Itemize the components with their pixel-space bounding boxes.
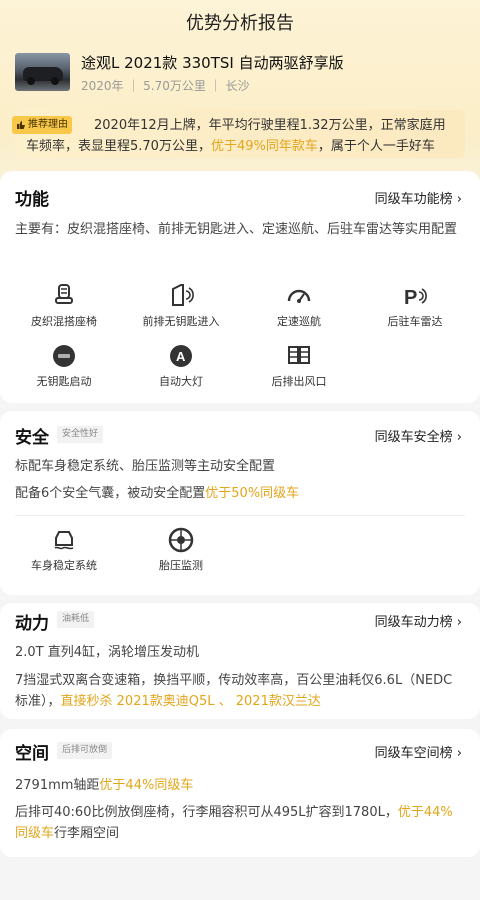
recommend-badge: 推荐理由 <box>12 116 72 134</box>
power-compare-link-2[interactable]: 2021款汉兰达 <box>236 694 321 709</box>
feature-seat: 皮织混搭座椅 <box>9 283 119 329</box>
feature-keyless-entry: 前排无钥匙进入 <box>126 283 236 329</box>
speedometer-icon <box>287 289 311 303</box>
feature-label: 车身稳定系统 <box>31 559 97 572</box>
feature-label: 定速巡航 <box>277 315 321 328</box>
air-vent-icon <box>288 346 310 364</box>
auto-light-icon: A <box>170 345 192 367</box>
feature-keyless-start: 无钥匙启动 <box>9 343 119 389</box>
space-line2: 后排可40:60比例放倒座椅，行李厢容积可从495L扩容到1780L，优于44%… <box>15 802 465 844</box>
space-line1: 2791mm轴距优于44%同级车 <box>15 775 465 796</box>
engine-start-icon <box>53 345 75 367</box>
safety-highlight: 优于50%同级车 <box>205 486 300 501</box>
car-meta: 2020年 ｜ 5.70万公里 ｜ 长沙 <box>81 79 250 93</box>
feature-stability: 车身稳定系统 <box>9 527 119 573</box>
parking-radar-icon: P <box>404 287 427 309</box>
feature-label: 皮织混搭座椅 <box>31 315 97 328</box>
space-line2-a: 后排可40:60比例放倒座椅，行李厢容积可从495L扩容到1780L， <box>15 805 398 820</box>
door-key-icon <box>172 284 194 306</box>
svg-text:A: A <box>176 349 186 364</box>
stability-icon <box>54 531 74 550</box>
power-line2: 7挡湿式双离合变速箱，换挡平顺，传动效率高，百公里油耗仅6.6L（NEDC标准）… <box>15 670 465 712</box>
space-card: 空间 后排可放倒 同级车空间榜 › 2791mm轴距优于44%同级车 后排可40… <box>0 729 480 857</box>
space-line1-a: 2791mm轴距 <box>15 778 100 793</box>
divider <box>15 515 465 516</box>
feature-label: 前排无钥匙进入 <box>142 315 220 328</box>
feature-label: 自动大灯 <box>159 375 203 388</box>
power-line1: 2.0T 直列4缸，涡轮增压发动机 <box>15 645 200 660</box>
feature-label: 后驻车雷达 <box>387 315 443 328</box>
function-card: 功能 同级车功能榜 › 主要有：皮织混搭座椅、前排无钥匙进入、定速巡航、后驻车雷… <box>0 171 480 403</box>
thumbs-up-icon <box>17 121 25 129</box>
safety-rank-link[interactable]: 同级车安全榜 › <box>375 426 462 445</box>
safety-line2-a: 配备6个安全气囊，被动安全配置 <box>15 486 206 501</box>
recommend-text: 2020年12月上牌，年平均行驶里程1.32万公里，正常家庭用车频率，表显里程5… <box>26 115 456 157</box>
feature-tire-pressure: 胎压监测 <box>126 527 236 573</box>
recommend-text-b: ，属于个人一手好车 <box>317 139 435 154</box>
power-card: 动力 油耗低 同级车动力榜 › 2.0T 直列4缸，涡轮增压发动机 7挡湿式双离… <box>0 603 480 719</box>
recommend-highlight: 优于49%同年款车 <box>210 139 318 154</box>
seat-icon <box>55 284 73 304</box>
feature-label: 后排出风口 <box>271 375 327 388</box>
power-separator: 、 <box>214 694 236 709</box>
car-thumbnail[interactable] <box>15 53 70 91</box>
tire-pressure-icon <box>168 527 194 553</box>
space-title: 空间 <box>15 744 49 764</box>
car-wheel <box>51 77 59 85</box>
feature-label: 胎压监测 <box>159 559 203 572</box>
car-wheel <box>27 77 35 85</box>
feature-cruise: 定速巡航 <box>244 283 354 329</box>
feature-auto-light: A 自动大灯 <box>126 343 236 389</box>
function-rank-link[interactable]: 同级车功能榜 › <box>375 188 462 207</box>
car-name: 途观L 2021款 330TSI 自动两驱舒享版 <box>81 54 344 72</box>
safety-title: 安全 <box>15 428 49 448</box>
safety-card: 安全 安全性好 同级车安全榜 › 标配车身稳定系统、胎压监测等主动安全配置 配备… <box>0 411 480 595</box>
power-tag: 油耗低 <box>57 611 95 628</box>
function-summary: 主要有：皮织混搭座椅、前排无钥匙进入、定速巡航、后驻车雷达等实用配置 <box>15 222 458 237</box>
recommend-badge-label: 推荐理由 <box>28 119 68 130</box>
svg-text:P: P <box>404 287 417 309</box>
power-rank-link[interactable]: 同级车动力榜 › <box>375 611 462 630</box>
safety-line2: 配备6个安全气囊，被动安全配置优于50%同级车 <box>15 483 465 504</box>
space-highlight-1: 优于44%同级车 <box>99 778 194 793</box>
page-title: 优势分析报告 <box>186 13 294 34</box>
safety-tag: 安全性好 <box>57 426 104 443</box>
space-line2-b: 行李厢空间 <box>54 826 120 841</box>
safety-line1: 标配车身稳定系统、胎压监测等主动安全配置 <box>15 459 276 474</box>
function-title: 功能 <box>15 190 49 210</box>
power-compare-link-1[interactable]: 直接秒杀 2021款奥迪Q5L <box>61 694 215 709</box>
space-tag: 后排可放倒 <box>57 742 113 759</box>
space-rank-link[interactable]: 同级车空间榜 › <box>375 742 462 761</box>
power-title: 动力 <box>15 614 49 634</box>
feature-rear-vent: 后排出风口 <box>244 343 354 389</box>
feature-label: 无钥匙启动 <box>36 375 92 388</box>
feature-parking-radar: P 后驻车雷达 <box>360 283 470 329</box>
